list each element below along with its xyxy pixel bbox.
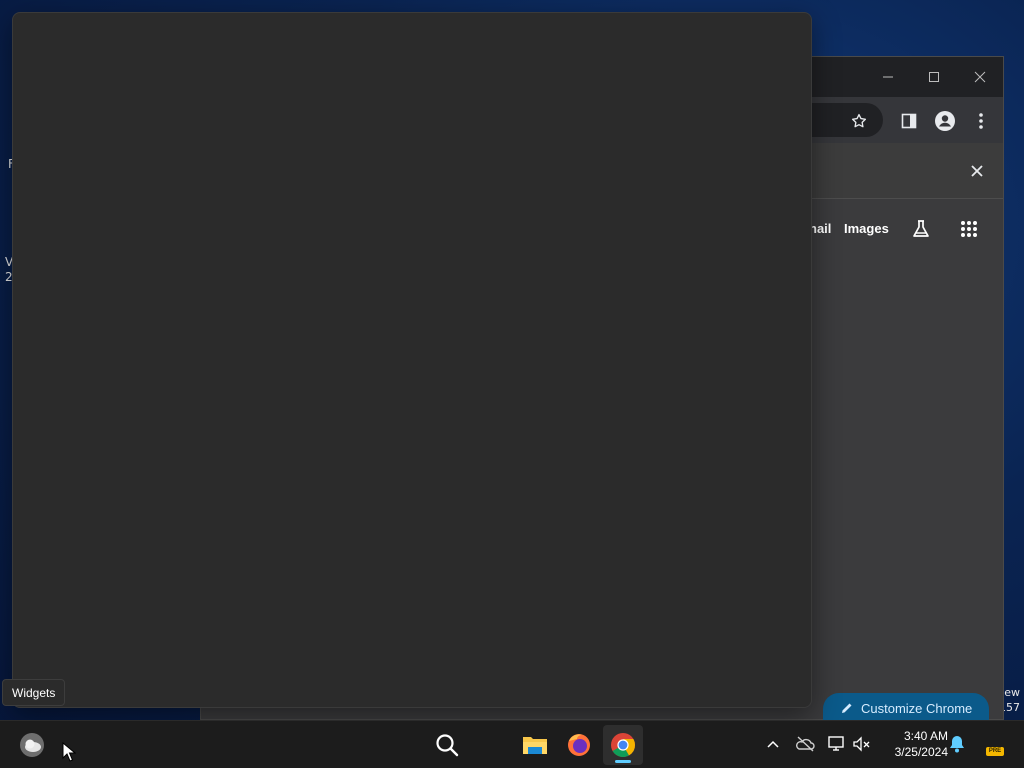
search-labs-button[interactable] [907, 215, 935, 243]
chrome-icon [611, 733, 635, 758]
chrome-menu-button[interactable] [967, 107, 995, 135]
taskbar-clock[interactable]: 3:40 AM 3/25/2024 [878, 728, 948, 760]
notification-bell-icon [950, 736, 964, 753]
star-icon [851, 113, 867, 128]
labs-flask-icon [913, 220, 929, 237]
widgets-tooltip: Widgets [2, 679, 66, 706]
infobar-close-button[interactable] [963, 157, 991, 185]
network-icon [828, 736, 844, 751]
minimize-button[interactable] [873, 65, 903, 89]
pencil-icon [842, 703, 852, 713]
google-apps-button[interactable] [955, 215, 983, 243]
onedrive-tray-button[interactable] [794, 733, 816, 755]
preview-build-badge: PRE [986, 747, 1004, 756]
search-icon [436, 734, 459, 757]
firefox-button[interactable] [559, 725, 599, 765]
clock-date: 3/25/2024 [894, 745, 948, 759]
clock-time: 3:40 AM [903, 729, 948, 743]
notifications-button[interactable] [946, 733, 968, 755]
file-explorer-icon [523, 737, 547, 754]
firefox-icon [568, 734, 590, 756]
network-tray-button[interactable] [826, 733, 848, 755]
side-panel-button[interactable] [895, 107, 923, 135]
volume-tray-button[interactable] [851, 733, 873, 755]
chrome-taskbar-button[interactable] [603, 725, 643, 765]
more-vert-icon [979, 113, 983, 129]
widgets-weather-icon [20, 733, 44, 757]
close-icon [974, 71, 986, 83]
close-button[interactable] [965, 65, 995, 89]
customize-chrome-label: Customize Chrome [861, 700, 973, 716]
file-explorer-button[interactable] [515, 725, 555, 765]
running-indicator [615, 760, 631, 763]
chevron-up-icon [767, 740, 779, 748]
mouse-cursor-icon [62, 742, 76, 762]
show-hidden-icons-button[interactable] [762, 733, 784, 755]
close-icon [971, 165, 983, 177]
maximize-button[interactable] [919, 65, 949, 89]
profile-button[interactable] [931, 107, 959, 135]
profile-icon [935, 111, 955, 131]
side-panel-icon [901, 113, 917, 129]
bookmark-star-button[interactable] [845, 107, 873, 135]
minimize-icon [883, 76, 893, 78]
desktop-icon-label-fragment: ew [1004, 686, 1020, 699]
gmail-link[interactable]: nail [809, 221, 831, 236]
volume-muted-icon [853, 736, 870, 752]
widgets-button[interactable] [12, 725, 52, 765]
onedrive-offline-icon [796, 736, 815, 752]
customize-chrome-button[interactable]: Customize Chrome [823, 693, 989, 723]
apps-grid-icon [961, 221, 977, 237]
taskbar: 3:40 AM 3/25/2024 [0, 720, 1024, 768]
maximize-icon [929, 72, 939, 82]
images-link[interactable]: Images [844, 221, 889, 236]
widgets-panel [12, 12, 812, 708]
search-button[interactable] [427, 725, 467, 765]
